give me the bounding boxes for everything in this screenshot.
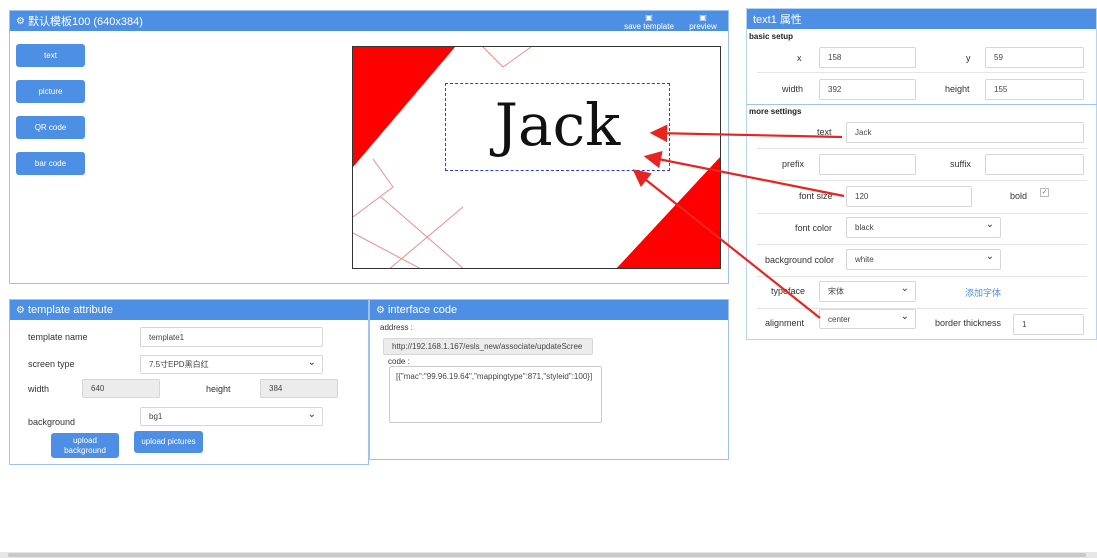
template-attribute-panel: ⚙ template attribute template name templ…	[9, 299, 369, 465]
code-textarea[interactable]: [{"mac":"99.96.19.64","mappingtype":871,…	[389, 366, 602, 423]
x-input[interactable]: 158	[819, 47, 916, 68]
suffix-label: suffix	[950, 159, 971, 169]
template-editor-panel: ⚙ 默认模板100 (640x384) ▣ save template ▣ pr…	[9, 10, 729, 284]
template-attribute-header: ⚙ template attribute	[10, 300, 368, 320]
background-color-label: background color	[765, 255, 835, 265]
typeface-label: typeface	[771, 286, 806, 296]
template-title: 默认模板100 (640x384)	[27, 16, 143, 28]
border-thickness-label: border thickness	[935, 318, 1002, 328]
suffix-input[interactable]	[985, 154, 1084, 175]
row-divider	[757, 72, 1087, 73]
template-name-label: template name	[28, 332, 88, 342]
row-divider	[757, 308, 1087, 309]
height-label: height	[206, 384, 231, 394]
canvas-text-jack: Jack	[494, 91, 621, 159]
tool-text-button[interactable]: text	[16, 44, 85, 67]
tool-barcode-button[interactable]: bar code	[16, 152, 85, 175]
screen-type-label: screen type	[28, 359, 75, 369]
gear-icon: ⚙	[16, 15, 25, 27]
height-label: height	[945, 84, 970, 94]
y-label: y	[966, 53, 971, 63]
section-divider	[747, 104, 1097, 105]
background-select[interactable]: bg1	[140, 407, 323, 426]
row-divider	[757, 276, 1087, 277]
template-canvas[interactable]: Jack	[352, 46, 721, 269]
bold-checkbox[interactable]: ✓	[1040, 188, 1049, 197]
gear-icon: ⚙	[376, 304, 385, 316]
row-divider	[757, 244, 1087, 245]
add-font-link[interactable]: 添加字体	[965, 286, 1001, 299]
properties-panel: text1 属性 basic setup x 158 y 59 width 39…	[746, 8, 1097, 340]
preview-button[interactable]: ▣ preview	[686, 13, 720, 31]
horizontal-scrollbar[interactable]	[0, 552, 1097, 558]
upload-background-button[interactable]: upload background	[51, 433, 119, 458]
text-input[interactable]: Jack	[846, 122, 1084, 143]
x-label: x	[797, 53, 802, 63]
template-name-input[interactable]: template1	[140, 327, 323, 347]
tool-picture-button[interactable]: picture	[16, 80, 85, 103]
width-input[interactable]: 640	[82, 379, 160, 398]
font-color-select[interactable]: black	[846, 217, 1001, 238]
font-color-label: font color	[795, 223, 833, 233]
alignment-label: alignment	[765, 318, 805, 328]
interface-code-header: ⚙ interface code	[370, 300, 728, 320]
more-settings-title: more settings	[749, 107, 802, 116]
row-divider	[757, 180, 1087, 181]
width-input[interactable]: 392	[819, 79, 916, 100]
font-size-input[interactable]: 120	[846, 186, 972, 207]
text-element-selection[interactable]: Jack	[445, 83, 670, 171]
alignment-select[interactable]: center	[819, 309, 916, 329]
bold-label: bold	[1010, 191, 1028, 201]
basic-setup-title: basic setup	[749, 32, 794, 41]
address-input[interactable]: http://192.168.1.167/esls_new/associate/…	[383, 338, 593, 355]
background-label: background	[28, 417, 76, 427]
prefix-label: prefix	[782, 159, 805, 169]
width-label: width	[782, 84, 804, 94]
save-template-button[interactable]: ▣ save template	[620, 13, 678, 31]
tool-qrcode-button[interactable]: QR code	[16, 116, 85, 139]
save-icon: ▣	[645, 13, 653, 22]
gear-icon: ⚙	[16, 304, 25, 316]
screen-type-select[interactable]: 7.5寸EPD黑白红	[140, 355, 323, 374]
width-label: width	[28, 384, 50, 394]
upload-pictures-button[interactable]: upload pictures	[134, 431, 203, 453]
address-label: address :	[380, 323, 413, 332]
height-input[interactable]: 155	[985, 79, 1084, 100]
properties-header: text1 属性	[747, 9, 1096, 29]
interface-code-panel: ⚙ interface code address : http://192.16…	[369, 299, 729, 460]
background-color-select[interactable]: white	[846, 249, 1001, 270]
row-divider	[757, 213, 1087, 214]
code-label: code :	[388, 357, 410, 366]
typeface-select[interactable]: 宋体	[819, 281, 916, 302]
preview-icon: ▣	[699, 13, 707, 22]
font-size-label: font size	[799, 191, 833, 201]
y-input[interactable]: 59	[985, 47, 1084, 68]
height-input[interactable]: 384	[260, 379, 338, 398]
scrollbar-thumb[interactable]	[8, 553, 1086, 557]
border-thickness-input[interactable]: 1	[1013, 314, 1084, 335]
row-divider	[757, 148, 1087, 149]
text-label: text	[817, 127, 832, 137]
prefix-input[interactable]	[819, 154, 916, 175]
